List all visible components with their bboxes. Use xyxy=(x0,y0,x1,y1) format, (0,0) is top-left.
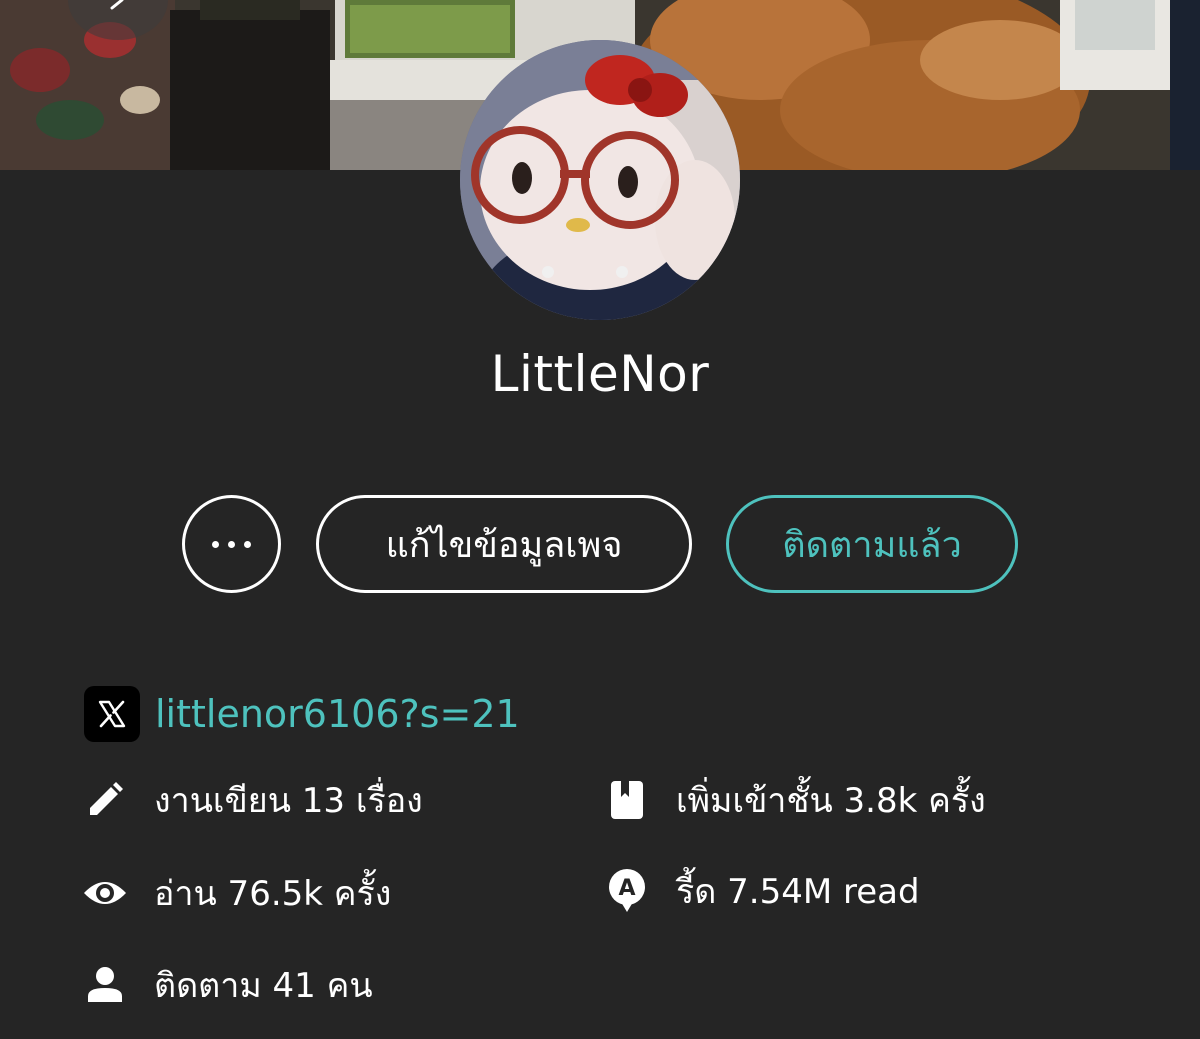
speech-bubble-a-icon: A xyxy=(604,868,650,914)
social-link[interactable]: littlenor6106?s=21 xyxy=(155,692,520,736)
edit-page-button[interactable]: แก้ไขข้อมูลเพจ xyxy=(316,495,692,593)
following-button[interactable]: ติดตามแล้ว xyxy=(726,495,1018,593)
stat-following: ติดตาม 41 คน xyxy=(82,960,373,1010)
stat-reads: อ่าน 76.5k ครั้ง xyxy=(82,868,391,918)
stat-shelf-adds: เพิ่มเข้าชั้น 3.8k ครั้ง xyxy=(604,775,986,825)
stat-works: งานเขียน 13 เรื่อง xyxy=(82,775,423,825)
chevron-left-icon xyxy=(110,0,124,10)
pencil-icon xyxy=(82,777,128,823)
stat-reads-text: อ่าน 76.5k ครั้ง xyxy=(154,874,392,914)
svg-text:A: A xyxy=(618,876,635,901)
more-options-button[interactable] xyxy=(182,495,281,593)
following-label: ติดตามแล้ว xyxy=(782,524,962,566)
book-icon xyxy=(604,777,650,823)
edit-page-label: แก้ไขข้อมูลเพจ xyxy=(385,524,623,566)
avatar[interactable] xyxy=(460,40,740,320)
profile-name: LittleNor xyxy=(490,345,710,403)
stat-following-text: ติดตาม 41 คน xyxy=(154,966,373,1006)
x-logo-icon xyxy=(84,686,140,742)
stat-works-text: งานเขียน 13 เรื่อง xyxy=(154,781,423,821)
stat-shelf-adds-text: เพิ่มเข้าชั้น 3.8k ครั้ง xyxy=(676,781,986,821)
eye-icon xyxy=(82,870,128,916)
person-icon xyxy=(82,962,128,1008)
social-link-row[interactable]: littlenor6106?s=21 xyxy=(84,686,520,742)
stat-read-count: A รี้ด 7.54M read xyxy=(604,866,920,916)
stat-read-count-text: รี้ด 7.54M read xyxy=(676,872,920,912)
ellipsis-icon xyxy=(212,540,251,548)
